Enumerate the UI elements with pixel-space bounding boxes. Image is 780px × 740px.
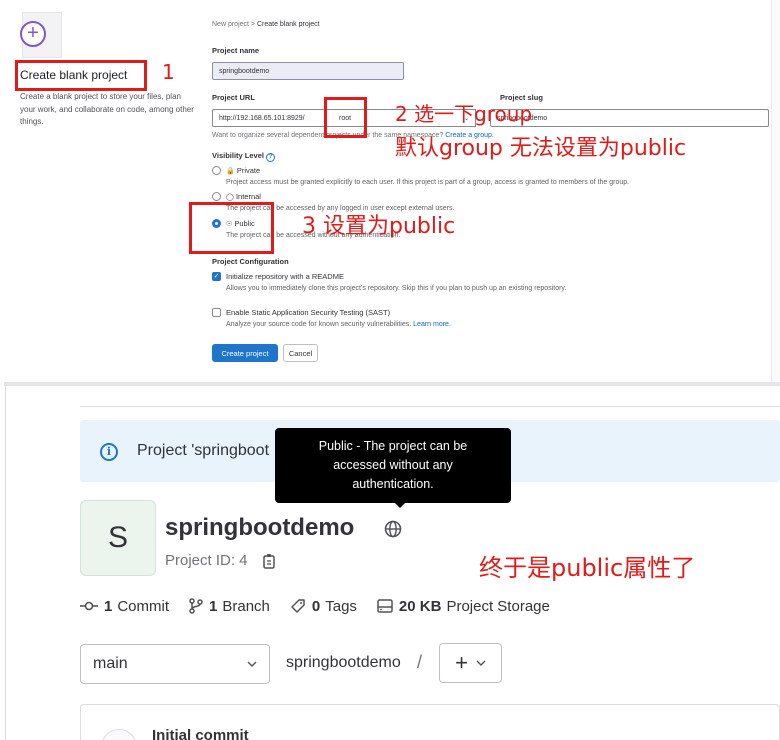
divider xyxy=(80,406,780,407)
project-name-label: Project name xyxy=(212,46,260,55)
screenshot-divider xyxy=(4,382,780,386)
commit-title[interactable]: Initial commit xyxy=(152,727,249,740)
visibility-label: Visibility Level ? xyxy=(212,151,276,162)
readme-desc: Allows you to immediately clone this pro… xyxy=(226,285,567,292)
blank-project-card-icon[interactable]: + xyxy=(16,12,62,58)
breadcrumb: New project > Create blank project xyxy=(212,21,320,28)
plus-icon: + xyxy=(455,650,468,675)
project-url-prefix: http://192.168.65.101:8929/ xyxy=(212,109,326,127)
annotation-step-3: 3 设置为public xyxy=(302,214,456,239)
chevron-down-icon xyxy=(247,661,257,667)
commits-stat[interactable]: 1 Commit xyxy=(80,598,169,615)
visibility-private-radio[interactable] xyxy=(212,166,221,175)
annotation-step-2-note: 默认group 无法设置为public xyxy=(395,136,687,161)
breadcrumb-current: Create blank project xyxy=(256,21,320,28)
info-icon: i xyxy=(100,443,118,461)
tags-stat[interactable]: 0 Tags xyxy=(290,598,357,615)
sast-label: Enable Static Application Security Testi… xyxy=(226,308,391,317)
cancel-button[interactable]: Cancel xyxy=(283,344,318,362)
visibility-internal-label: ◯ Internal xyxy=(226,192,261,201)
project-avatar: S xyxy=(80,500,156,576)
storage-stat[interactable]: 20 KB Project Storage xyxy=(377,598,550,615)
tooltip-line-3: authentication. xyxy=(352,477,434,491)
left-edge xyxy=(0,382,6,740)
tooltip-arrow xyxy=(394,502,406,508)
path-separator: / xyxy=(417,652,423,672)
visibility-tooltip: Public - The project can be accessed wit… xyxy=(275,428,511,503)
alert-text: Project 'springboot xyxy=(137,442,270,459)
branch-selector[interactable]: main xyxy=(80,644,270,684)
project-config-label: Project Configuration xyxy=(212,257,289,266)
readme-checkbox[interactable]: ✓ xyxy=(212,272,221,281)
readme-label: Initialize repository with a README xyxy=(226,272,344,281)
project-title: springbootdemo xyxy=(165,514,355,541)
sast-desc: Analyze your source code for known secur… xyxy=(226,321,451,328)
annotation-step-1: 1 xyxy=(162,60,175,84)
help-icon[interactable]: ? xyxy=(266,153,276,162)
project-page-screenshot: i Project 'springboot Public - The proje… xyxy=(0,382,780,740)
avatar xyxy=(101,729,137,740)
copy-icon[interactable] xyxy=(262,553,278,570)
project-url-label: Project URL xyxy=(212,93,255,102)
globe-icon[interactable] xyxy=(384,520,402,538)
commit-icon xyxy=(80,601,98,611)
annotation-step-2: 2 选一下group xyxy=(395,102,533,126)
annotation-box-1 xyxy=(15,60,147,91)
tooltip-line-2: accessed without any xyxy=(333,458,453,472)
last-commit-card: Initial commit xyxy=(80,704,780,740)
add-file-dropdown[interactable]: + xyxy=(439,643,502,683)
branches-stat[interactable]: 1 Branch xyxy=(189,598,270,615)
project-name-input[interactable]: springbootdemo xyxy=(212,62,404,80)
blank-project-description: Create a blank project to store your fil… xyxy=(20,92,194,126)
project-id: Project ID: 4 xyxy=(165,552,248,569)
annotation-box-3 xyxy=(189,202,274,254)
tooltip-line-1: Public - The project can be xyxy=(318,439,468,453)
annotation-final: 终于是public属性了 xyxy=(479,554,696,582)
visibility-internal-radio[interactable] xyxy=(212,192,221,201)
learn-more-link[interactable]: Learn more. xyxy=(413,321,451,328)
branch-name: main xyxy=(93,655,128,672)
breadcrumb-new-project[interactable]: New project xyxy=(212,21,249,28)
visibility-private-label: 🔒 Private xyxy=(226,166,261,175)
shield-icon: ◯ xyxy=(226,194,234,201)
annotation-box-2 xyxy=(324,97,367,138)
visibility-private-desc: Project access must be granted explicitl… xyxy=(226,179,630,186)
chevron-down-icon xyxy=(476,660,486,666)
create-project-button[interactable]: Create project xyxy=(212,344,278,362)
branch-icon xyxy=(189,598,203,614)
lock-icon: 🔒 xyxy=(226,168,235,175)
project-stats: 1 Commit 1 Branch 0 Tags 20 KB Project S… xyxy=(80,595,570,617)
create-project-screenshot: + Create blank project Create a blank pr… xyxy=(0,0,780,382)
storage-icon xyxy=(377,599,393,613)
right-edge xyxy=(771,0,780,382)
tag-icon xyxy=(291,599,305,613)
repo-path[interactable]: springbootdemo xyxy=(286,654,401,672)
sast-checkbox[interactable] xyxy=(212,308,221,317)
plus-icon: + xyxy=(20,21,46,47)
